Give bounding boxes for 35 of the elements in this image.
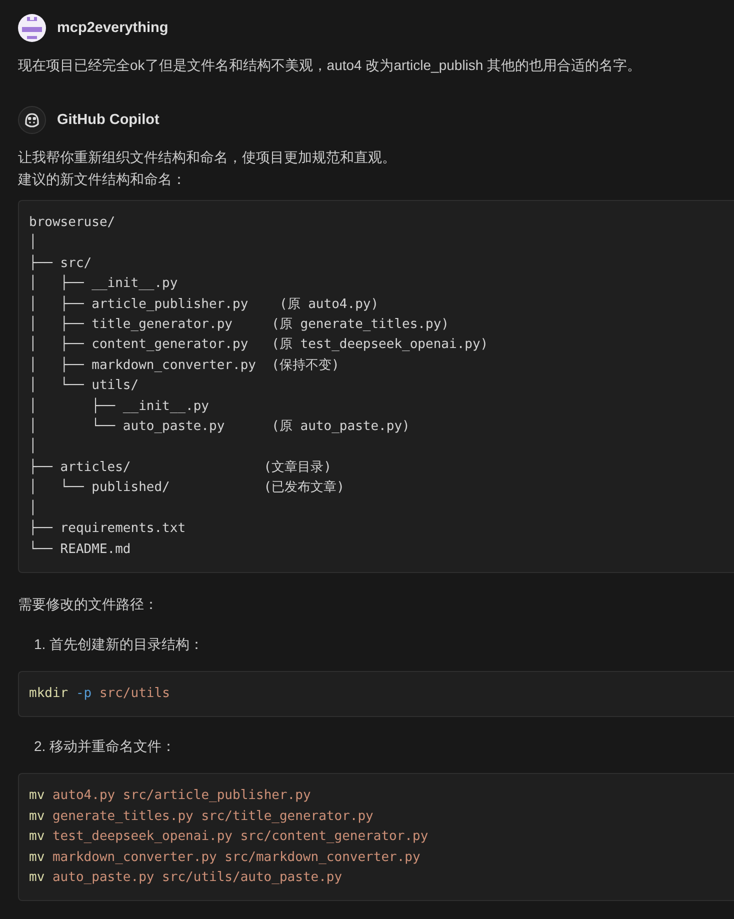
code-line: mv auto4.py src/article_publisher.py [29, 787, 311, 806]
code-line: mv test_deepseek_openai.py src/content_generator.py [29, 828, 428, 846]
message-text: 需要修改的文件路径： [18, 594, 158, 614]
list-number: 2. [34, 737, 46, 756]
code-line: │ └── utils/ [29, 376, 139, 396]
message-text: 让我帮你重新组织文件结构和命名，使项目更加规范和直观。 [18, 148, 396, 167]
list-item-text: 首先创建新的目录结构： [50, 634, 204, 654]
code-line: │ [29, 437, 37, 456]
code-line: │ [29, 498, 37, 518]
code-line: ├── articles/ (文章目录) [29, 458, 332, 477]
code-line: │ └── auto_paste.py (原 auto_paste.py) [29, 417, 410, 436]
copilot-avatar-icon [18, 106, 46, 134]
list-number: 1. [34, 634, 46, 654]
code-line: mv auto_paste.py src/utils/auto_paste.py [29, 868, 342, 887]
code-line: │ ├── title_generator.py (原 generate_titles.py) [29, 315, 449, 334]
code-line: │ ├── __init__.py [29, 274, 178, 294]
list-item-text: 移动并重命名文件： [50, 737, 176, 756]
code-line: │ └── published/ (已发布文章) [29, 478, 344, 498]
code-line: │ [29, 233, 37, 252]
code-line: mv generate_titles.py src/title_generator.py [29, 808, 374, 826]
code-line: │ ├── article_publisher.py (原 auto4.py) [29, 294, 379, 314]
message-text: 建议的新文件结构和命名： [18, 170, 186, 189]
code-line: browseruse/ [29, 214, 116, 232]
code-line: │ ├── markdown_converter.py (保持不变) [29, 356, 340, 375]
code-line: │ ├── content_generator.py (原 test_deepseek_openai.py) [29, 335, 488, 354]
code-line: ├── requirements.txt [29, 519, 186, 538]
code-line: └── README.md [29, 540, 131, 558]
author-name: GitHub Copilot [57, 112, 160, 128]
author-name: mcp2everything [57, 20, 168, 36]
code-line: ├── src/ [29, 254, 92, 273]
user-avatar-icon [18, 14, 46, 42]
code-line: mkdir -p src/utils [29, 684, 170, 703]
code-line: │ ├── __init__.py [29, 396, 210, 416]
message-text: 现在项目已经完全ok了但是文件名和结构不美观，auto4 改为article_publish 其他的也用合适的名字。 [18, 56, 642, 75]
code-line: mv markdown_converter.py src/markdown_converter.py [29, 848, 420, 867]
